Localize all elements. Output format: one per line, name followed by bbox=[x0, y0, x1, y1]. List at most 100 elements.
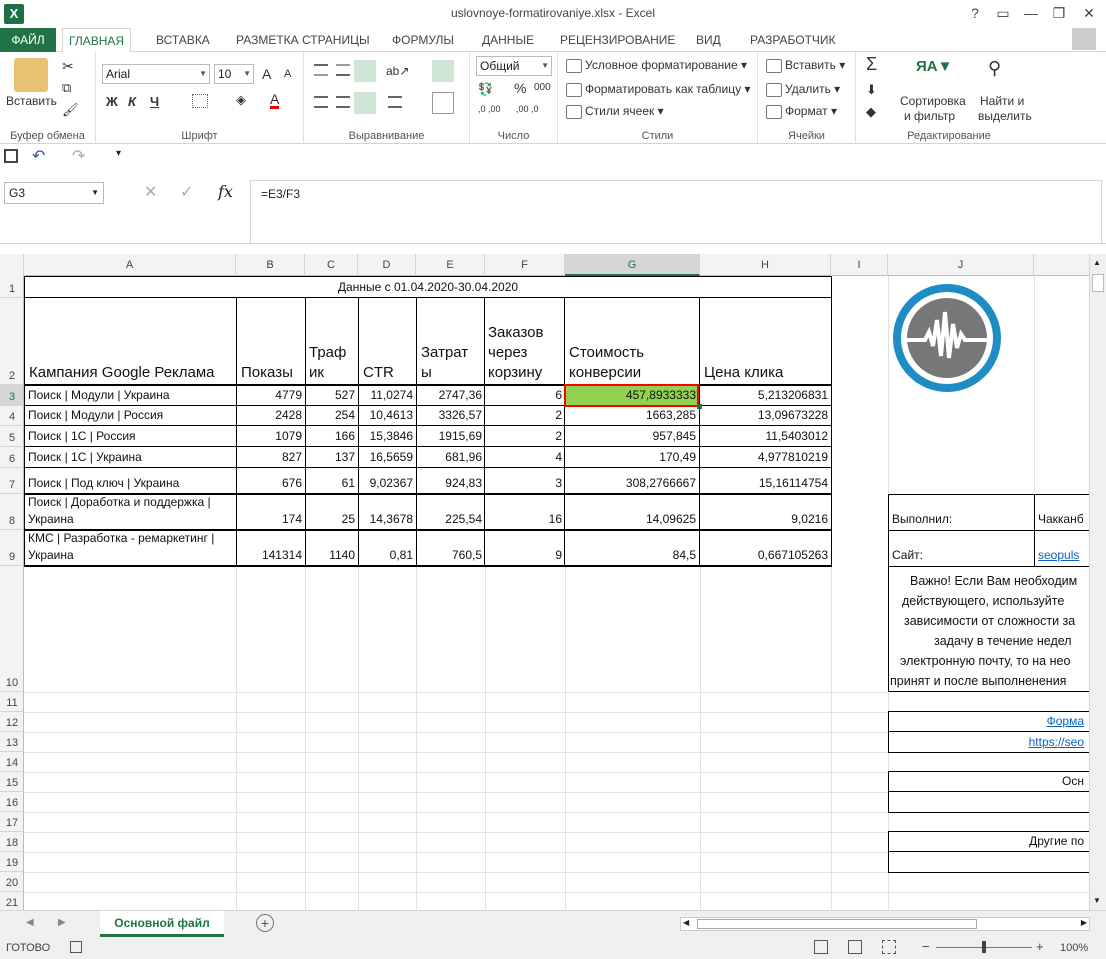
percent-button[interactable]: % bbox=[514, 80, 526, 96]
cell-h3[interactable]: 5,213206831 bbox=[701, 388, 830, 402]
cell-h5[interactable]: 11,5403012 bbox=[701, 429, 830, 443]
horizontal-scrollbar[interactable]: ◀ ▶ bbox=[680, 917, 1090, 931]
autosum-icon[interactable]: Σ bbox=[866, 54, 877, 75]
page-break-view-icon[interactable] bbox=[882, 940, 896, 954]
cell-h6[interactable]: 4,977810219 bbox=[701, 450, 830, 464]
row-header[interactable]: 10 bbox=[0, 566, 24, 692]
column-header-a[interactable]: A bbox=[24, 254, 236, 276]
sort-filter-button[interactable]: Сортировка bbox=[900, 94, 966, 108]
column-header-d[interactable]: D bbox=[358, 254, 416, 276]
delete-cells-button[interactable]: Удалить ▾ bbox=[766, 82, 840, 97]
merge-icon[interactable] bbox=[432, 92, 454, 114]
align-top-icon[interactable] bbox=[314, 64, 328, 76]
row-header[interactable]: 17 bbox=[0, 812, 24, 832]
cell-a9-line1[interactable]: КМС | Разработка - ремаркетинг | bbox=[26, 531, 216, 545]
done-by-value[interactable]: Чакканб bbox=[1036, 512, 1090, 526]
scroll-left-icon[interactable]: ◀ bbox=[683, 918, 689, 927]
header-orders-line2[interactable]: через bbox=[486, 344, 529, 361]
cell-f7[interactable]: 3 bbox=[486, 476, 564, 490]
cell-c8[interactable]: 25 bbox=[306, 512, 357, 526]
cell-d6[interactable]: 16,5659 bbox=[359, 450, 415, 464]
cell-e4[interactable]: 3326,57 bbox=[417, 408, 484, 422]
align-right-icon[interactable] bbox=[354, 92, 376, 114]
restore-button[interactable]: ❐ bbox=[1046, 2, 1072, 24]
increase-decimal-button[interactable]: ,0 ,00 bbox=[478, 104, 501, 114]
column-header-k[interactable] bbox=[1034, 254, 1090, 276]
main-label[interactable]: Осн bbox=[890, 774, 1086, 788]
worksheet-grid[interactable]: A B C D E F G H I J 1 2 3 4 5 6 7 8 9 10… bbox=[0, 254, 1090, 910]
row-header[interactable]: 19 bbox=[0, 852, 24, 872]
cell-b4[interactable]: 2428 bbox=[237, 408, 304, 422]
add-sheet-button[interactable]: + bbox=[256, 914, 274, 932]
number-format-select[interactable]: Общий ▼ bbox=[476, 56, 552, 76]
cell-f8[interactable]: 16 bbox=[486, 512, 564, 526]
tab-developer[interactable]: РАЗРАБОТЧИК bbox=[744, 28, 842, 52]
cell-h9[interactable]: 0,667105263 bbox=[701, 548, 830, 562]
scroll-thumb[interactable] bbox=[1092, 274, 1104, 292]
column-header-e[interactable]: E bbox=[416, 254, 485, 276]
find-select-button-line2[interactable]: выделить bbox=[978, 109, 1032, 123]
column-header-j[interactable]: J bbox=[888, 254, 1034, 276]
name-box[interactable]: G3 ▼ bbox=[4, 182, 104, 204]
save-icon[interactable] bbox=[4, 149, 18, 163]
fill-handle[interactable] bbox=[697, 404, 702, 409]
cell-c4[interactable]: 254 bbox=[306, 408, 357, 422]
cell-h8[interactable]: 9,0216 bbox=[701, 512, 830, 526]
header-traffic-line2[interactable]: ик bbox=[307, 364, 326, 381]
paste-icon[interactable] bbox=[14, 58, 48, 92]
done-by-label[interactable]: Выполнил: bbox=[890, 512, 954, 526]
row-header[interactable]: 13 bbox=[0, 732, 24, 752]
customize-qat-icon[interactable]: ▾ bbox=[116, 148, 121, 159]
cell-f9[interactable]: 9 bbox=[486, 548, 564, 562]
cell-b7[interactable]: 676 bbox=[237, 476, 304, 490]
cell-styles-button[interactable]: Стили ячеек ▾ bbox=[566, 104, 664, 119]
header-orders-line1[interactable]: Заказов bbox=[486, 324, 546, 341]
italic-button[interactable]: К bbox=[128, 94, 136, 109]
borders-icon[interactable] bbox=[192, 94, 208, 108]
tab-file[interactable]: ФАЙЛ bbox=[0, 28, 56, 52]
cell-f3[interactable]: 6 bbox=[486, 388, 564, 402]
column-header-i[interactable]: I bbox=[831, 254, 888, 276]
cell-g6[interactable]: 170,49 bbox=[566, 450, 698, 464]
font-color-button[interactable]: A bbox=[270, 92, 280, 109]
header-impressions[interactable]: Показы bbox=[239, 364, 295, 381]
cell-b6[interactable]: 827 bbox=[237, 450, 304, 464]
site-link[interactable]: seopuls bbox=[1036, 548, 1090, 562]
fill-color-icon[interactable]: ◈ bbox=[236, 92, 246, 108]
note-line-2[interactable]: действующего, используйте bbox=[900, 594, 1088, 608]
insert-function-button[interactable]: fx bbox=[218, 182, 233, 201]
zoom-level[interactable]: 100% bbox=[1060, 942, 1088, 954]
tab-home[interactable]: ГЛАВНАЯ bbox=[62, 28, 132, 53]
scroll-up-icon[interactable]: ▲ bbox=[1093, 258, 1101, 267]
minimize-button[interactable]: — bbox=[1018, 2, 1044, 24]
cell-d8[interactable]: 14,3678 bbox=[359, 512, 415, 526]
cell-h4[interactable]: 13,09673228 bbox=[701, 408, 830, 422]
cell-a7[interactable]: Поиск | Под ключ | Украина bbox=[26, 476, 181, 490]
row-header[interactable]: 18 bbox=[0, 832, 24, 852]
vertical-scrollbar[interactable]: ▲ ▼ bbox=[1089, 254, 1106, 910]
cell-b9[interactable]: 141314 bbox=[237, 548, 304, 562]
ribbon-display-icon[interactable]: ▭ bbox=[990, 2, 1016, 24]
indent-icon[interactable] bbox=[388, 96, 402, 108]
cell-e3[interactable]: 2747,36 bbox=[417, 388, 484, 402]
header-cost-line2[interactable]: ы bbox=[419, 364, 434, 381]
sheet-tab-main[interactable]: Основной файл bbox=[100, 911, 224, 937]
cell-c6[interactable]: 137 bbox=[306, 450, 357, 464]
row-header[interactable]: 1 bbox=[0, 276, 24, 298]
cell-a8-line1[interactable]: Поиск | Доработка и поддержка | bbox=[26, 495, 213, 509]
cell-a3[interactable]: Поиск | Модули | Украина bbox=[26, 388, 172, 402]
cell-c3[interactable]: 527 bbox=[306, 388, 357, 402]
column-header-g[interactable]: G bbox=[565, 254, 700, 276]
cell-d3[interactable]: 11,0274 bbox=[359, 388, 415, 402]
other-label[interactable]: Другие по bbox=[890, 834, 1086, 848]
header-traffic-line1[interactable]: Траф bbox=[307, 344, 348, 361]
row-header[interactable]: 8 bbox=[0, 494, 24, 530]
enter-formula-button[interactable]: ✓ bbox=[180, 182, 193, 202]
font-size-select[interactable]: 10 ▼ bbox=[214, 64, 254, 84]
find-select-button[interactable]: Найти и bbox=[980, 94, 1024, 108]
cell-c7[interactable]: 61 bbox=[306, 476, 357, 490]
header-conv-cost-line2[interactable]: конверсии bbox=[567, 364, 643, 381]
user-avatar[interactable] bbox=[1072, 28, 1096, 50]
cell-f6[interactable]: 4 bbox=[486, 450, 564, 464]
row-header[interactable]: 14 bbox=[0, 752, 24, 772]
